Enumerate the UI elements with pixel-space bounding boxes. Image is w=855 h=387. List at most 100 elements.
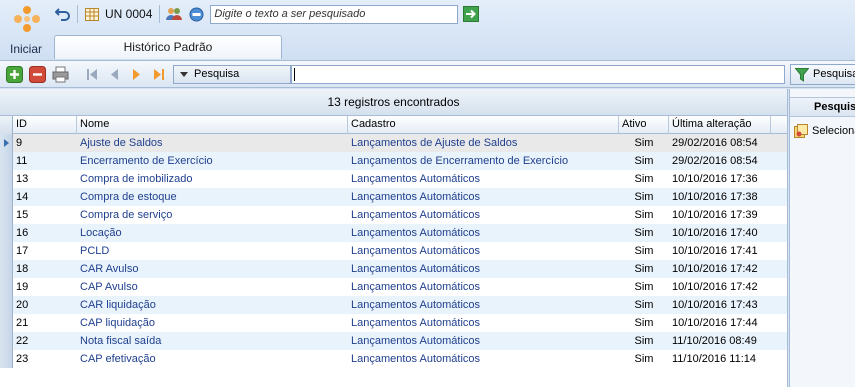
- start-button[interactable]: Iniciar: [4, 2, 48, 58]
- select-button[interactable]: Selecionar: [790, 122, 855, 140]
- select-icon: [794, 124, 808, 138]
- search-button[interactable]: Pesquisa: [790, 64, 855, 85]
- row-indicator[interactable]: [0, 170, 13, 188]
- undo-button[interactable]: [52, 4, 74, 24]
- tab-historico-padrao[interactable]: Histórico Padrão: [54, 35, 282, 59]
- records-count: 13 registros encontrados: [0, 89, 787, 116]
- cell-cadastro: Lançamentos Automáticos: [351, 281, 481, 293]
- cell-alteracao: 10/10/2016 17:38: [672, 191, 758, 203]
- column-header-id[interactable]: ID: [13, 116, 77, 134]
- grid-toolbar: Pesquisa Pesquisa: [0, 60, 855, 88]
- cell-id: 17: [16, 245, 29, 257]
- cell-alteracao: 10/10/2016 17:42: [672, 263, 758, 275]
- table-row[interactable]: 15 Compra de serviço Lançamentos Automátic…: [0, 206, 787, 224]
- cell-nome: Compra de estoque: [80, 191, 177, 203]
- green-go-arrow-icon: [463, 6, 480, 22]
- cell-alteracao: 29/02/2016 08:54: [672, 155, 758, 167]
- cell-id: 15: [16, 209, 29, 221]
- table-row[interactable]: 16 Locação Lançamentos Automáticos Sim 10/10…: [0, 224, 787, 242]
- top-bar: Iniciar UN 0004 Digite o texto a ser pes…: [0, 0, 855, 60]
- go-button[interactable]: [463, 6, 480, 22]
- plus-icon[interactable]: [6, 66, 23, 83]
- cell-cadastro: Lançamentos Automáticos: [351, 263, 481, 275]
- cell-nome: Compra de imobilizado: [80, 173, 193, 185]
- table-row[interactable]: 11 Encerramento de Exercício Lançamentos d…: [0, 152, 787, 170]
- cell-id: 19: [16, 281, 29, 293]
- table-row[interactable]: 9 Ajuste de Saldos Lançamentos de Ajuste d…: [0, 134, 787, 152]
- cell-cadastro: Lançamentos Automáticos: [351, 245, 481, 257]
- cell-cadastro: Lançamentos Automáticos: [351, 209, 481, 221]
- refresh-button[interactable]: [185, 4, 207, 24]
- table-row[interactable]: 20 CAR liquidação Lançamentos Automáticos S…: [0, 296, 787, 314]
- row-indicator[interactable]: [0, 260, 13, 278]
- filter-field-select[interactable]: Pesquisa: [173, 65, 291, 84]
- row-indicator[interactable]: [0, 350, 13, 368]
- last-page-icon[interactable]: [150, 66, 167, 83]
- row-indicator[interactable]: [0, 188, 13, 206]
- cell-nome: CAP efetivação: [80, 353, 156, 365]
- cell-ativo: Sim: [634, 209, 654, 221]
- first-page-icon[interactable]: [84, 66, 101, 83]
- table-row[interactable]: 17 PCLD Lançamentos Automáticos Sim 10/10/20…: [0, 242, 787, 260]
- users-button[interactable]: [163, 4, 185, 24]
- filter-field-label: Pesquisa: [194, 68, 240, 80]
- cell-id: 23: [16, 353, 29, 365]
- cell-ativo: Sim: [634, 263, 654, 275]
- row-indicator[interactable]: [0, 152, 13, 170]
- users-icon: [166, 8, 183, 20]
- printer-icon[interactable]: [52, 66, 69, 83]
- unit-button[interactable]: [81, 4, 103, 24]
- column-header-cadastro[interactable]: Cadastro: [348, 116, 619, 134]
- cell-cadastro: Lançamentos Automáticos: [351, 191, 481, 203]
- cell-cadastro: Lançamentos Automáticos: [351, 335, 481, 347]
- cell-alteracao: 10/10/2016 17:41: [672, 245, 758, 257]
- row-indicator[interactable]: [0, 296, 13, 314]
- cell-id: 21: [16, 317, 29, 329]
- cell-ativo: Sim: [634, 299, 654, 311]
- row-indicator[interactable]: [0, 314, 13, 332]
- row-indicator[interactable]: [0, 242, 13, 260]
- select-all-indicator[interactable]: [0, 116, 13, 134]
- cell-alteracao: 10/10/2016 17:36: [672, 173, 758, 185]
- column-header-ativo[interactable]: Ativo: [619, 116, 669, 134]
- column-header-nome[interactable]: Nome: [77, 116, 348, 134]
- cell-alteracao: 10/10/2016 17:44: [672, 317, 758, 329]
- cell-cadastro: Lançamentos Automáticos: [351, 227, 481, 239]
- search-side-panel: Pesquisa Selecionar: [789, 89, 855, 387]
- cell-nome: CAP Avulso: [80, 281, 138, 293]
- table-row[interactable]: 21 CAP liquidação Lançamentos Automáticos S…: [0, 314, 787, 332]
- cell-id: 9: [16, 137, 23, 149]
- cell-cadastro: Lançamentos Automáticos: [351, 317, 481, 329]
- next-icon[interactable]: [128, 66, 145, 83]
- previous-icon[interactable]: [106, 66, 123, 83]
- cell-nome: Encerramento de Exercício: [80, 155, 213, 167]
- table-row[interactable]: 13 Compra de imobilizado Lançamentos Autom…: [0, 170, 787, 188]
- row-indicator[interactable]: [0, 224, 13, 242]
- undo-icon: [55, 8, 70, 21]
- row-indicator[interactable]: [0, 332, 13, 350]
- row-indicator[interactable]: [0, 134, 13, 152]
- cell-id: 20: [16, 299, 29, 311]
- column-header-ultima-alteracao[interactable]: Última alteração: [669, 116, 771, 134]
- cell-ativo: Sim: [634, 353, 654, 365]
- cell-ativo: Sim: [634, 155, 654, 167]
- records-grid: 13 registros encontrados ID Nome Cadastr…: [0, 89, 788, 387]
- minus-icon[interactable]: [29, 66, 46, 83]
- cell-alteracao: 10/10/2016 17:42: [672, 281, 758, 293]
- table-row[interactable]: 18 CAR Avulso Lançamentos Automáticos Sim 10…: [0, 260, 787, 278]
- table-row[interactable]: 14 Compra de estoque Lançamentos Automátic…: [0, 188, 787, 206]
- row-indicator[interactable]: [0, 278, 13, 296]
- cell-id: 13: [16, 173, 29, 185]
- filter-text-input[interactable]: [291, 65, 785, 84]
- quick-access-toolbar: UN 0004 Digite o texto a ser pesquisado: [52, 3, 480, 25]
- cell-ativo: Sim: [634, 173, 654, 185]
- row-indicator[interactable]: [0, 206, 13, 224]
- grid-header: ID Nome Cadastro Ativo Última alteração: [0, 116, 787, 134]
- table-row[interactable]: 19 CAP Avulso Lançamentos Automáticos Sim 10…: [0, 278, 787, 296]
- table-row[interactable]: 23 CAP efetivação Lançamentos Automáticos S…: [0, 350, 787, 368]
- cell-cadastro: Lançamentos Automáticos: [351, 299, 481, 311]
- global-search-input[interactable]: Digite o texto a ser pesquisado: [210, 4, 459, 24]
- unit-label[interactable]: UN 0004: [103, 7, 156, 21]
- cell-cadastro: Lançamentos Automáticos: [351, 353, 481, 365]
- table-row[interactable]: 22 Nota fiscal saída Lançamentos Automátic…: [0, 332, 787, 350]
